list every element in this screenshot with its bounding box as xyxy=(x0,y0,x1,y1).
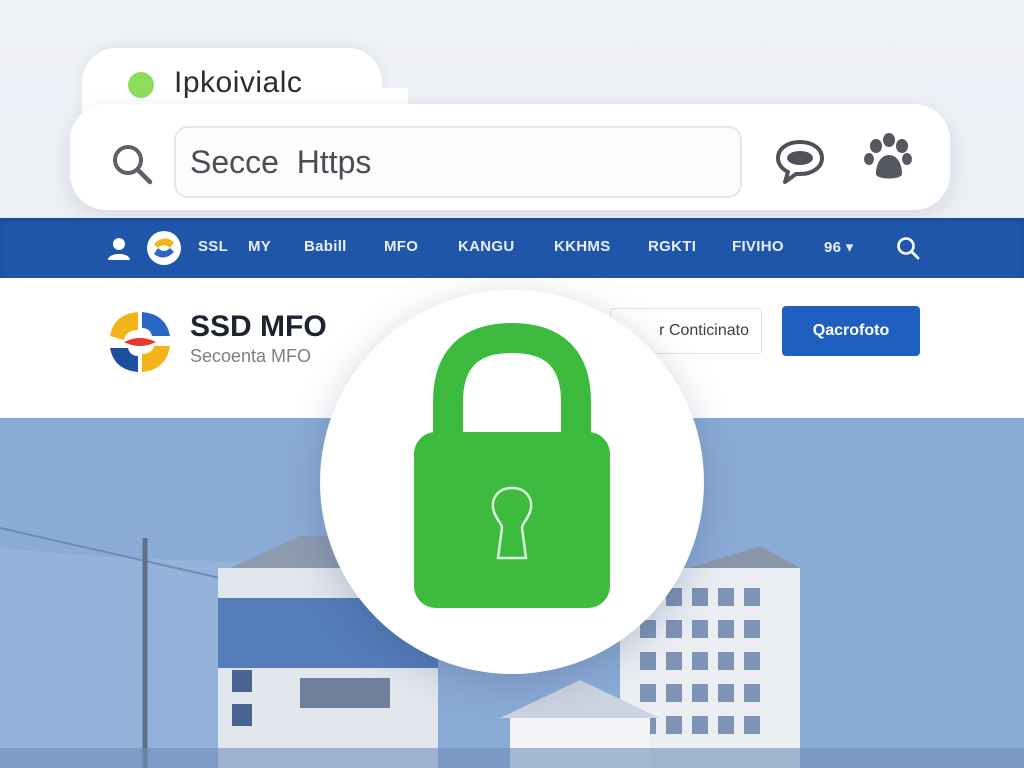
nav-item-kkhms[interactable]: KKHMS xyxy=(554,238,611,255)
nav-search-icon[interactable] xyxy=(894,234,922,262)
primary-action-button[interactable]: Qacrofoto xyxy=(782,306,920,356)
brand-logo-icon[interactable] xyxy=(104,306,176,378)
paw-icon[interactable] xyxy=(858,128,918,188)
chat-icon[interactable] xyxy=(770,130,830,190)
browser-toolbar xyxy=(70,104,950,210)
brand-tagline: Secoenta MFO xyxy=(190,346,312,366)
nav-item-kangu[interactable]: KANGU xyxy=(458,238,515,255)
nav-item-language[interactable]: 96 ▾ xyxy=(824,238,854,256)
brand-name: SSD MFO xyxy=(190,310,327,343)
search-icon[interactable] xyxy=(108,140,156,188)
nav-item-ssl[interactable]: SSL xyxy=(198,238,228,255)
nav-item-my[interactable]: MY xyxy=(248,238,271,255)
secure-lock-badge xyxy=(320,290,704,674)
nav-item-babill[interactable]: Babill xyxy=(304,238,347,255)
tab-title: Ipkoivialc xyxy=(174,66,303,99)
nav-logo-icon[interactable] xyxy=(146,230,182,266)
user-icon[interactable] xyxy=(104,234,134,264)
nav-item-fiviho[interactable]: FIVIHO xyxy=(732,238,784,255)
nav-item-rgkti[interactable]: RGKTI xyxy=(648,238,696,255)
address-bar-input[interactable] xyxy=(174,126,742,198)
lock-icon xyxy=(414,322,610,608)
secure-status-dot xyxy=(128,72,154,98)
site-navbar: SSL MY Babill MFO KANGU KKHMS RGKTI FIVI… xyxy=(0,218,1024,278)
nav-item-mfo[interactable]: MFO xyxy=(384,238,418,255)
